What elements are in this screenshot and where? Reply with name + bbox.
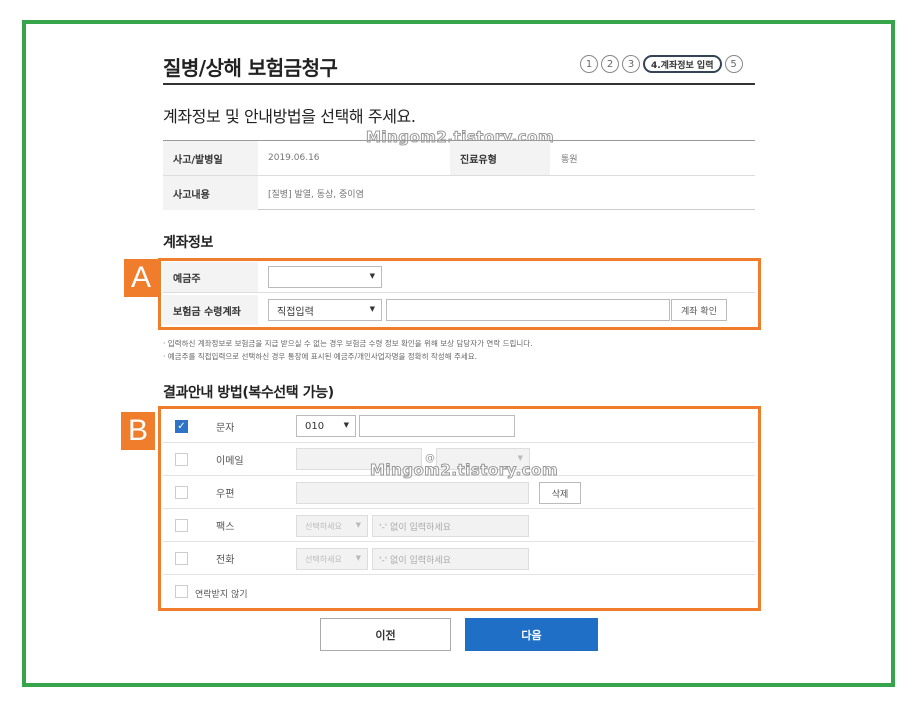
accident-date-value: 2019.06.16 [268, 153, 320, 163]
chevron-down-icon: ▼ [355, 521, 361, 529]
page-title: 질병/상해 보험금청구 [163, 56, 338, 80]
sms-prefix-select[interactable]: 010 ▼ [296, 415, 356, 437]
bank-select-value: 직접입력 [277, 306, 314, 318]
step-5: 5 [724, 55, 743, 73]
next-button[interactable]: 다음 [465, 618, 598, 651]
post-label: 우편 [216, 489, 235, 500]
treatment-type-label: 진료유형 [450, 141, 550, 175]
no-contact-label: 연락받지 않기 [195, 589, 248, 600]
fax-label: 팩스 [216, 522, 235, 533]
chevron-down-icon: ▼ [369, 305, 375, 313]
title-divider [163, 83, 755, 85]
step-3: 3 [622, 55, 640, 73]
info-row-detail: 사고내용 [질병] 발열, 동상, 중이염 [163, 176, 755, 211]
fax-select-value: 선택하세요 [305, 521, 342, 531]
verify-account-button[interactable]: 계좌 확인 [671, 299, 727, 321]
result-section-title: 결과안내 방법(복수선택 가능) [163, 385, 334, 401]
fax-checkbox[interactable] [175, 519, 188, 532]
step-indicator: 1 2 3 4.계좌정보 입력 5 [580, 55, 743, 73]
result-row-fax: 팩스 선택하세요 ▼ '-' 없이 입력하세요 [163, 509, 755, 542]
accident-date-label: 사고/발병일 [163, 141, 258, 175]
account-note-2: · 예금주를 직접입력으로 선택하신 경우 통장에 표시된 예금주/개인사업자명… [163, 352, 478, 361]
account-section-title: 계좌정보 [163, 235, 213, 251]
chevron-down-icon: ▼ [355, 554, 361, 562]
accident-detail-label: 사고내용 [163, 176, 258, 210]
no-contact-checkbox[interactable] [175, 585, 188, 598]
fax-area-select[interactable]: 선택하세요 ▼ [296, 515, 368, 537]
page-subtitle: 계좌정보 및 안내방법을 선택해 주세요. [163, 107, 416, 126]
depositor-select[interactable]: ▼ [268, 266, 382, 288]
account-number-input[interactable] [386, 299, 670, 321]
account-note-1: · 입력하신 계좌정보로 보험금을 지급 받으실 수 없는 경우 보험금 수령 … [163, 339, 533, 348]
email-label: 이메일 [216, 456, 244, 467]
sms-label: 문자 [216, 423, 235, 434]
phone-label: 전화 [216, 555, 235, 566]
info-row-date: 사고/발병일 2019.06.16 진료유형 통원 [163, 141, 755, 176]
fax-number-input[interactable]: '-' 없이 입력하세요 [372, 515, 529, 537]
annotation-label-a: A [124, 259, 158, 297]
claim-info-table: 사고/발병일 2019.06.16 진료유형 통원 사고내용 [질병] 발열, … [163, 140, 755, 210]
post-address-input[interactable] [296, 482, 529, 504]
annotation-label-b: B [121, 412, 155, 450]
prev-button[interactable]: 이전 [320, 618, 451, 651]
check-icon: ✓ [177, 421, 186, 432]
phone-number-input[interactable]: '-' 없이 입력하세요 [372, 548, 529, 570]
phone-select-value: 선택하세요 [305, 554, 342, 564]
step-4-current: 4.계좌정보 입력 [643, 55, 722, 73]
result-row-no-contact: 연락받지 않기 [163, 575, 755, 605]
depositor-row: 예금주 ▼ [163, 262, 755, 293]
chevron-down-icon: ▼ [343, 421, 349, 429]
sms-checkbox[interactable]: ✓ [175, 420, 188, 433]
phone-checkbox[interactable] [175, 552, 188, 565]
accident-detail-value: [질병] 발열, 동상, 중이염 [268, 189, 364, 200]
result-row-post: 우편 삭제 [163, 476, 755, 509]
sms-number-input[interactable] [359, 415, 515, 437]
phone-area-select[interactable]: 선택하세요 ▼ [296, 548, 368, 570]
account-row: 보험금 수령계좌 직접입력 ▼ 계좌 확인 [163, 295, 755, 326]
result-row-phone: 전화 선택하세요 ▼ '-' 없이 입력하세요 [163, 542, 755, 575]
result-row-sms: ✓ 문자 010 ▼ [163, 410, 755, 443]
depositor-label: 예금주 [163, 262, 258, 292]
chevron-down-icon: ▼ [369, 272, 375, 280]
sms-prefix-value: 010 [305, 420, 325, 432]
post-checkbox[interactable] [175, 486, 188, 499]
treatment-type-value: 통원 [561, 154, 578, 165]
email-checkbox[interactable] [175, 453, 188, 466]
step-2: 2 [601, 55, 619, 73]
step-1: 1 [580, 55, 598, 73]
account-notes: · 입력하신 계좌정보로 보험금을 지급 받으실 수 없는 경우 보험금 수령 … [163, 337, 533, 363]
account-label: 보험금 수령계좌 [163, 295, 258, 325]
post-delete-button[interactable]: 삭제 [539, 482, 581, 504]
bank-select[interactable]: 직접입력 ▼ [268, 299, 382, 321]
